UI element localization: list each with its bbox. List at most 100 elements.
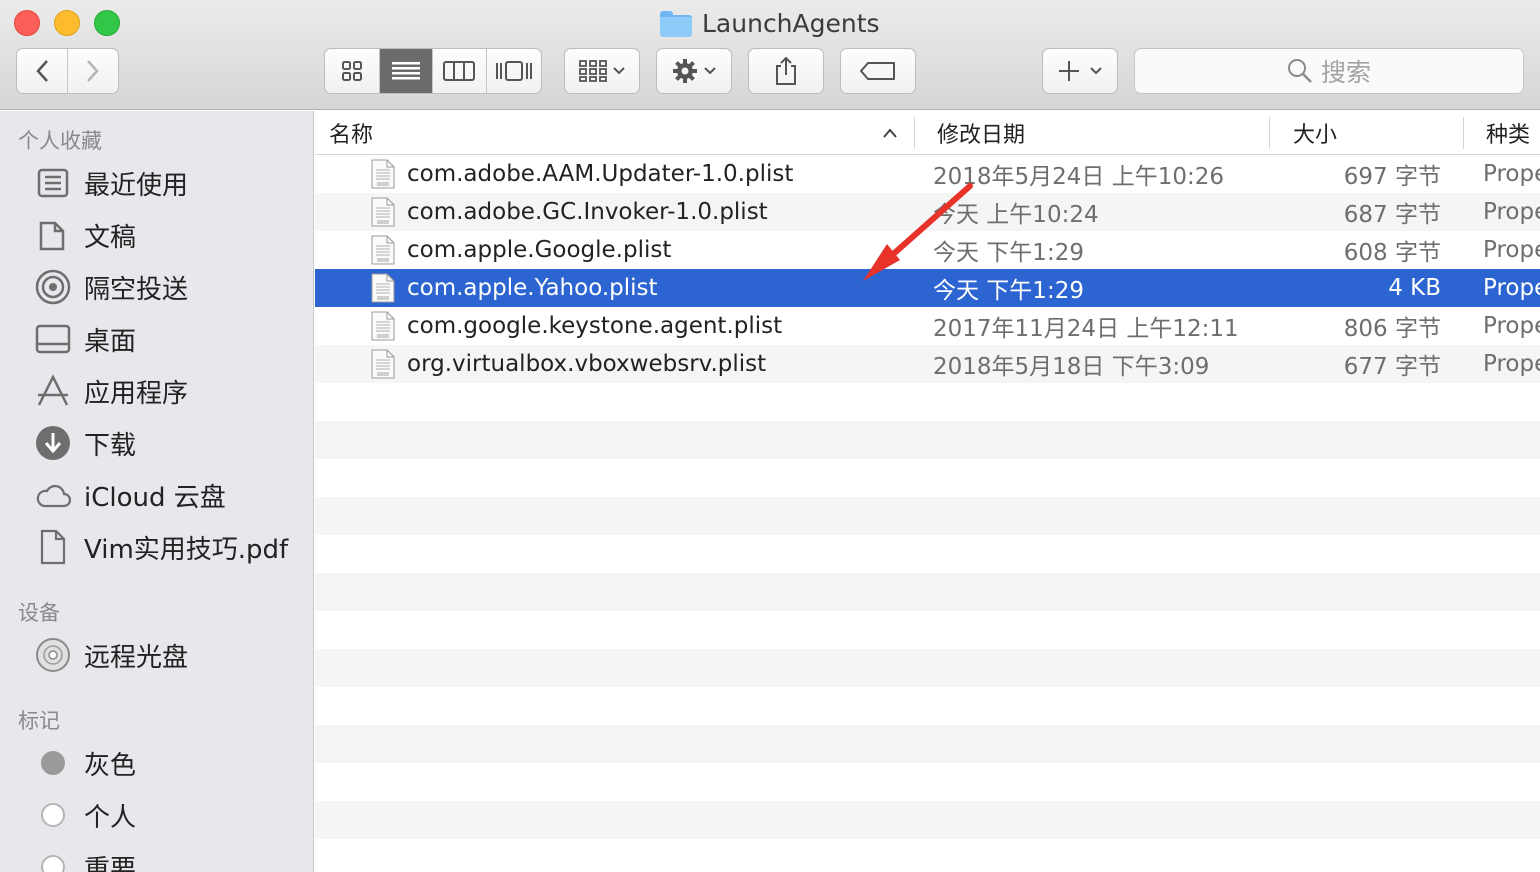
tag-color-dot	[34, 796, 72, 834]
sidebar-item-desktop[interactable]: 桌面	[34, 317, 136, 361]
sidebar-item-recents[interactable]: 最近使用	[34, 161, 188, 205]
plist-file-icon	[371, 273, 395, 303]
column-view-button[interactable]	[433, 49, 487, 93]
sort-ascending-icon	[883, 128, 897, 138]
empty-row	[315, 611, 1540, 649]
back-button[interactable]	[17, 49, 68, 93]
sidebar-item-label: 远程光盘	[84, 642, 189, 673]
file-size: 687 字节	[1343, 202, 1441, 228]
file-size: 4 KB	[1388, 275, 1441, 301]
sidebar-item-label: 个人	[84, 802, 137, 833]
column-header-size[interactable]: 大小	[1293, 111, 1461, 155]
share-button[interactable]	[748, 48, 824, 94]
file-row[interactable]: com.adobe.GC.Invoker-1.0.plist 今天 上午10:24…	[315, 193, 1540, 231]
sidebar-item-label: iCloud 云盘	[84, 482, 226, 513]
cover-flow-icon	[495, 61, 532, 81]
tag-color-dot	[34, 744, 72, 782]
icon-grid-icon	[341, 61, 362, 81]
sidebar-item-documents[interactable]: 文稿	[34, 213, 136, 257]
sidebar-item-tag-important[interactable]: 重要	[34, 845, 136, 872]
sidebar-item-tag-gray[interactable]: 灰色	[34, 741, 136, 785]
file-kind: Prope	[1483, 237, 1540, 263]
file-list: 名称 修改日期 大小 种类 com.adobe.AAM.Updater-1.0.…	[315, 111, 1540, 872]
minimize-window-button[interactable]	[54, 10, 80, 36]
file-row[interactable]: com.apple.Google.plist 今天 下午1:29 608 字节 Pro…	[315, 231, 1540, 269]
sidebar-item-icloud[interactable]: iCloud 云盘	[34, 473, 226, 517]
remote-disc-icon	[34, 636, 72, 674]
column-header-date-label: 修改日期	[937, 123, 1026, 148]
empty-row	[315, 801, 1540, 839]
list-view-button[interactable]	[379, 49, 433, 93]
file-kind: Prope	[1483, 199, 1540, 225]
toolbar: LaunchAgents 搜索	[0, 0, 1540, 110]
columns-icon	[443, 61, 476, 81]
file-row[interactable]: com.google.keystone.agent.plist 2017年11月2…	[315, 307, 1540, 345]
group-grid-icon	[579, 60, 607, 82]
sidebar-section-tags: 标记	[18, 709, 60, 733]
action-menu-button[interactable]	[656, 48, 732, 94]
chevron-left-icon	[36, 60, 48, 82]
finder-window: LaunchAgents 搜索 个人收藏 最近使用 文稿 隔空投送 桌面 应用程…	[0, 0, 1540, 872]
gear-icon	[673, 59, 697, 83]
chevron-down-icon	[1090, 67, 1102, 75]
sidebar-item-vim-pdf[interactable]: Vim实用技巧.pdf	[34, 525, 288, 569]
folder-icon	[660, 11, 692, 37]
empty-row	[315, 383, 1540, 421]
file-name: com.apple.Yahoo.plist	[407, 275, 658, 301]
file-row[interactable]: com.adobe.AAM.Updater-1.0.plist 2018年5月24…	[315, 155, 1540, 193]
group-by-button[interactable]	[564, 48, 640, 94]
file-kind: Prope	[1483, 351, 1540, 377]
column-header-name[interactable]: 名称	[329, 111, 914, 155]
plist-file-icon	[371, 311, 395, 341]
column-header-kind[interactable]: 种类	[1486, 111, 1540, 155]
file-name: org.virtualbox.vboxwebsrv.plist	[407, 351, 767, 377]
window-title-text: LaunchAgents	[702, 8, 880, 38]
sidebar-item-downloads[interactable]: 下载	[34, 421, 136, 465]
plist-file-icon	[371, 197, 395, 227]
plus-icon	[1059, 61, 1079, 81]
file-date: 2018年5月18日 下午3:09	[933, 354, 1210, 380]
empty-row	[315, 497, 1540, 535]
sidebar-section-devices: 设备	[18, 601, 60, 625]
sidebar-item-airdrop[interactable]: 隔空投送	[34, 265, 188, 309]
empty-row	[315, 459, 1540, 497]
zoom-window-button[interactable]	[94, 10, 120, 36]
airdrop-icon	[34, 268, 72, 306]
sidebar-item-label: Vim实用技巧.pdf	[84, 534, 289, 565]
sidebar-item-label: 下载	[84, 430, 137, 461]
applications-icon	[34, 372, 72, 410]
icon-view-button[interactable]	[325, 49, 380, 93]
file-row[interactable]: com.apple.Yahoo.plist 今天 下午1:29 4 KB Prope	[315, 269, 1540, 307]
document-file-icon	[34, 528, 72, 566]
file-size: 697 字节	[1343, 164, 1441, 190]
icloud-icon	[34, 476, 72, 514]
documents-icon	[34, 216, 72, 254]
file-row[interactable]: org.virtualbox.vboxwebsrv.plist 2018年5月18…	[315, 345, 1540, 383]
new-item-button[interactable]	[1042, 48, 1118, 94]
empty-row	[315, 687, 1540, 725]
edit-tags-button[interactable]	[840, 48, 916, 94]
sidebar-item-applications[interactable]: 应用程序	[34, 369, 188, 413]
forward-button[interactable]	[68, 49, 119, 93]
recents-icon	[34, 164, 72, 202]
sidebar-item-tag-personal[interactable]: 个人	[34, 793, 136, 837]
sidebar-item-label: 最近使用	[84, 170, 189, 201]
empty-row	[315, 725, 1540, 763]
close-window-button[interactable]	[14, 10, 40, 36]
search-field[interactable]: 搜索	[1134, 48, 1524, 94]
file-date: 2018年5月24日 上午10:26	[933, 164, 1225, 190]
column-header-date[interactable]: 修改日期	[937, 111, 1267, 155]
plist-file-icon	[371, 349, 395, 379]
share-icon	[776, 56, 796, 85]
file-name: com.apple.Google.plist	[407, 237, 672, 263]
sidebar-item-label: 应用程序	[84, 378, 189, 409]
file-size: 806 字节	[1343, 316, 1441, 342]
column-header-kind-label: 种类	[1486, 123, 1531, 148]
empty-row	[315, 649, 1540, 687]
navigation-buttons	[16, 48, 119, 94]
sidebar-item-label: 灰色	[84, 750, 137, 781]
cover-flow-view-button[interactable]	[487, 49, 541, 93]
sidebar-item-remote-disc[interactable]: 远程光盘	[34, 633, 188, 677]
empty-row	[315, 763, 1540, 801]
file-size: 677 字节	[1343, 354, 1441, 380]
